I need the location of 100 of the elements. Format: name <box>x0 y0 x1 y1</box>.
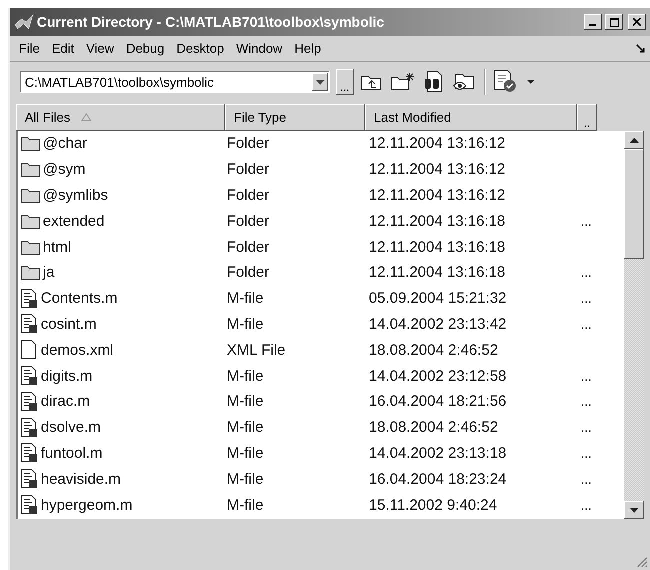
table-cell-text: ... <box>580 394 593 410</box>
column-header[interactable]: All Files <box>16 104 225 131</box>
table-cell-text: 05.09.2004 15:21:32 <box>368 290 508 308</box>
file-name[interactable]: @char <box>43 135 88 152</box>
resize-grip-icon[interactable] <box>636 556 648 568</box>
table-cell-text: M-file <box>226 316 265 333</box>
new-folder-icon[interactable] <box>391 72 415 92</box>
table-cell-text: 18.08.2004 2:46:52 <box>368 419 500 436</box>
file-name[interactable]: @symlibs <box>43 186 108 204</box>
minimize-button[interactable] <box>584 14 602 30</box>
script-file-icon <box>21 469 39 490</box>
file-name[interactable]: html <box>43 238 72 256</box>
sort-icon <box>80 113 92 122</box>
column-title: All Files <box>25 110 71 125</box>
table-cell-text: Folder <box>226 161 271 178</box>
table-cell-text: Folder <box>226 135 271 152</box>
file-name[interactable]: @sym <box>43 161 86 178</box>
close-icon <box>633 18 641 26</box>
script-file-icon <box>21 443 39 464</box>
table-cell-text: 12.11.2004 13:16:18 <box>368 238 507 256</box>
file-name[interactable]: ja <box>43 264 55 282</box>
maximize-icon <box>610 18 618 26</box>
menu-item[interactable]: Edit <box>46 41 82 56</box>
table-cell-text: M-file <box>226 368 265 385</box>
file-name[interactable]: demos.xml <box>41 342 114 359</box>
table-cell-text: 14.04.2002 23:12:58 <box>368 368 508 385</box>
column-header[interactable]: File Type <box>225 104 365 131</box>
menu-item[interactable]: Window <box>231 41 290 56</box>
table-cell-text: ... <box>580 291 593 306</box>
table-cell-text: 14.04.2002 23:13:18 <box>368 444 508 462</box>
menu-item[interactable]: View <box>81 41 122 56</box>
column-title: Last Modified <box>374 110 452 125</box>
table-cell-text: 14.04.2002 23:13:42 <box>368 316 508 333</box>
script-file-icon <box>21 495 39 516</box>
caret-icon <box>316 80 324 84</box>
folder-icon <box>21 186 41 204</box>
table-cell-text: 18.08.2004 2:46:52 <box>368 342 500 359</box>
menu-item[interactable]: Desktop <box>172 41 232 56</box>
table-cell-text: M-file <box>226 419 265 436</box>
scrollbar[interactable] <box>624 131 644 519</box>
table-cell-text: ... <box>580 368 593 384</box>
table-cell-text: ... <box>580 214 593 229</box>
table-cell-text: Folder <box>226 212 271 230</box>
table-cell-text: M-file <box>226 393 265 410</box>
file-name[interactable]: Contents.m <box>41 290 118 308</box>
table-cell-text: 12.11.2004 13:16:12 <box>368 186 507 204</box>
column-header[interactable]: Last Modified <box>365 104 577 131</box>
scroll-up-button[interactable] <box>624 131 644 149</box>
undock-arrow-icon[interactable] <box>636 44 646 54</box>
dropdown-button[interactable] <box>312 73 328 91</box>
file-name[interactable]: digits.m <box>41 368 93 385</box>
file-icon <box>21 340 39 360</box>
path-field[interactable]: C:\MATLAB701\toolbox\symbolic <box>20 71 330 93</box>
table-cell-text: 12.11.2004 13:16:18 <box>368 264 507 282</box>
table-cell-text: ... <box>580 498 593 513</box>
menu-item[interactable]: Help <box>290 41 328 56</box>
table-cell-text: 12.11.2004 13:16:12 <box>368 161 507 178</box>
folder-icon <box>21 135 41 152</box>
script-file-icon <box>21 314 39 334</box>
file-name[interactable]: funtool.m <box>41 444 103 462</box>
browse-button[interactable]: ... <box>336 69 354 95</box>
column-options-button[interactable]: .. <box>577 104 597 131</box>
scroll-thumb[interactable] <box>624 149 644 259</box>
close-button[interactable] <box>628 14 646 30</box>
file-name[interactable]: dsolve.m <box>41 419 102 436</box>
file-name[interactable]: heaviside.m <box>41 470 122 488</box>
table-cell-text: M-file <box>226 496 265 514</box>
table-cell-text: ... <box>580 472 593 487</box>
file-name[interactable]: dirac.m <box>41 393 90 410</box>
maximize-button[interactable] <box>605 14 623 30</box>
file-name[interactable]: hypergeom.m <box>41 496 133 514</box>
file-name[interactable]: cosint.m <box>41 316 97 333</box>
table-cell-text: ... <box>580 316 593 332</box>
table-cell-text: ... <box>580 446 593 461</box>
folder-icon <box>21 264 41 282</box>
menu-item[interactable]: File <box>14 41 47 56</box>
menu-item[interactable]: Debug <box>121 41 172 56</box>
table-cell-text: M-file <box>226 444 265 462</box>
folder-icon <box>21 238 41 256</box>
table-cell-text: Folder <box>226 186 271 204</box>
down-arrow-icon <box>630 508 638 512</box>
up-arrow-icon <box>630 138 638 142</box>
file-name[interactable]: extended <box>43 212 105 230</box>
table-cell-text: M-file <box>226 290 265 308</box>
folder-icon <box>21 212 41 230</box>
table-cell-text: 12.11.2004 13:16:12 <box>368 135 507 152</box>
table-cell-text: ... <box>580 265 593 280</box>
table-cell-text: Folder <box>226 264 271 282</box>
caret-icon[interactable] <box>527 80 535 84</box>
report-check-icon[interactable] <box>493 70 519 94</box>
script-file-icon <box>21 418 39 438</box>
binoculars-icon[interactable] <box>423 71 445 93</box>
table-cell-text: Folder <box>226 238 271 256</box>
script-file-icon <box>21 392 39 412</box>
folder-icon <box>21 161 41 178</box>
table-cell-text: 16.04.2004 18:23:24 <box>368 470 508 488</box>
table-cell-text: 15.11.2002 9:40:24 <box>368 496 498 514</box>
scroll-down-button[interactable] <box>624 501 644 519</box>
table-cell-text: ... <box>580 420 593 436</box>
table-cell-text: 12.11.2004 13:16:18 <box>368 212 507 230</box>
